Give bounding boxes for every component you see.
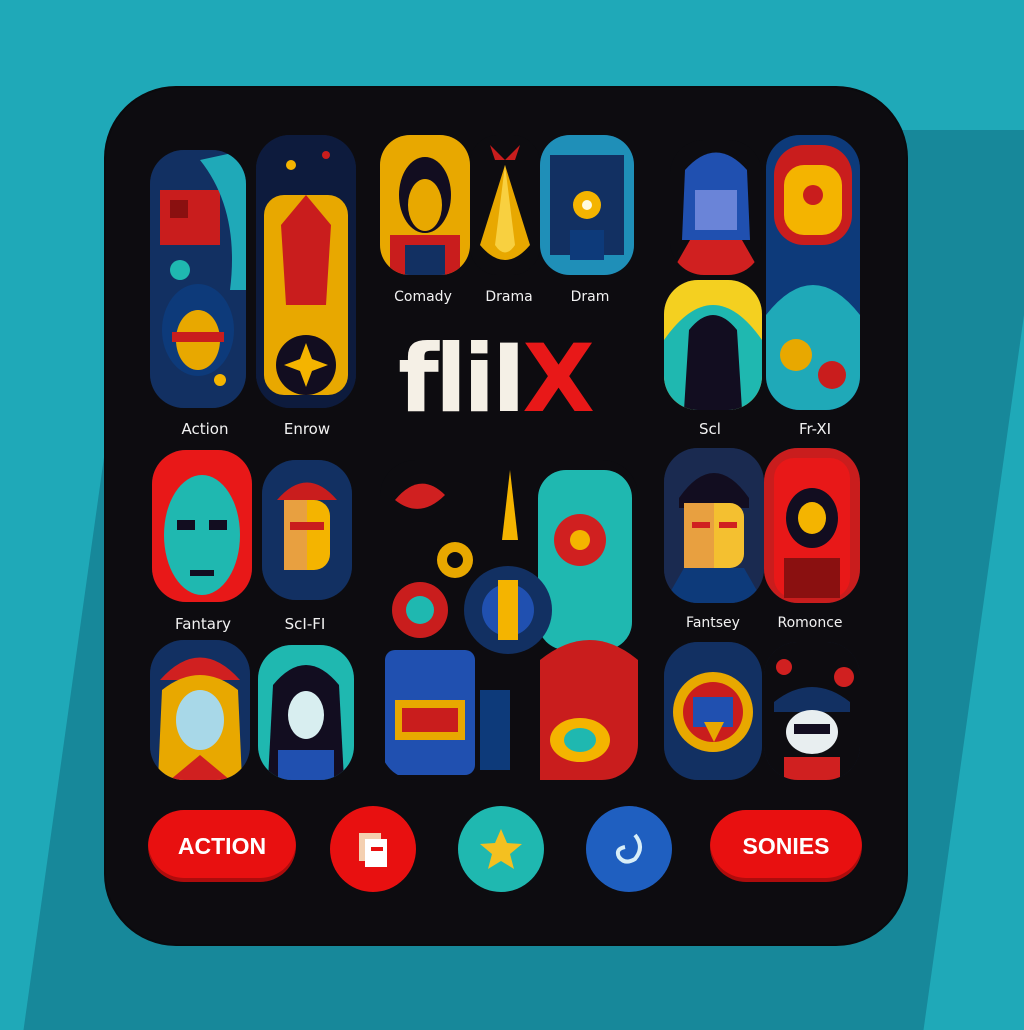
tile-scifi[interactable]	[262, 460, 352, 600]
tile-hero-woman[interactable]	[150, 640, 250, 780]
tile-enrow[interactable]	[256, 135, 356, 408]
tile-action[interactable]	[150, 150, 246, 408]
tile-dark-woman[interactable]	[258, 645, 354, 780]
hook-icon	[615, 833, 642, 864]
tile-label-comedy: Comady	[394, 289, 452, 305]
series-button[interactable]: SONIES	[710, 810, 862, 882]
files-button[interactable]	[330, 806, 416, 892]
tile-center-collage[interactable]	[380, 460, 638, 780]
tile-dram[interactable]	[540, 135, 634, 275]
hook-button[interactable]	[586, 806, 672, 892]
star-icon	[480, 829, 522, 869]
tile-fantsey[interactable]	[664, 448, 764, 603]
tile-label-fantary: Fantary	[174, 615, 232, 633]
tile-label-romonce: Romonce	[777, 615, 843, 631]
tile-frxi[interactable]	[766, 135, 860, 410]
tile-fantary[interactable]	[152, 450, 252, 602]
action-button[interactable]: ACTION	[148, 810, 296, 882]
tile-label-dram: Dram	[570, 289, 610, 305]
tile-scl-villain[interactable]	[670, 140, 762, 275]
tile-label-fantsey: Fantsey	[686, 615, 740, 631]
tile-label-enrow: Enrow	[283, 420, 331, 438]
tile-masked[interactable]	[764, 642, 860, 780]
tile-label-drama: Drama	[485, 289, 533, 305]
tile-label-action: Action	[181, 420, 229, 438]
tile-drama[interactable]	[470, 135, 540, 275]
tile-comedy[interactable]	[380, 135, 470, 275]
favorites-button[interactable]	[458, 806, 544, 892]
app-logo: fliIX	[398, 325, 595, 434]
tile-label-scl: Scl	[699, 420, 721, 438]
tile-scl-portrait[interactable]	[664, 280, 762, 410]
files-icon	[359, 833, 387, 867]
tile-robot[interactable]	[664, 642, 762, 780]
tile-romonce[interactable]	[764, 448, 860, 603]
tile-label-scifi: ScI-FI	[284, 615, 326, 633]
tile-label-frxi: Fr-XI	[798, 420, 832, 438]
